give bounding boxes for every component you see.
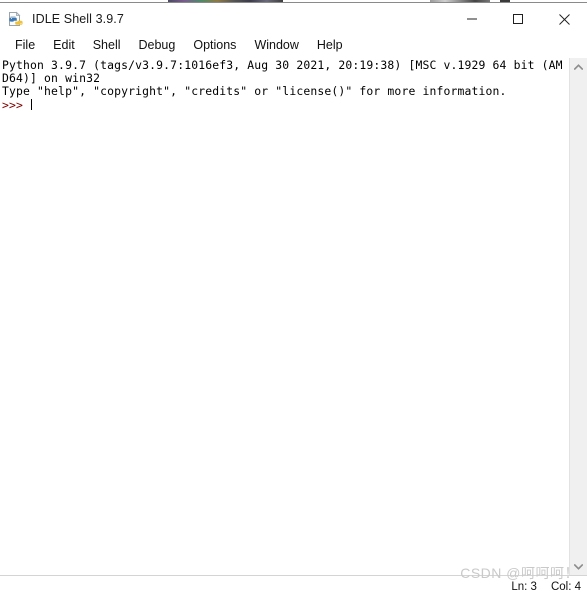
banner-line-1: Python 3.9.7 (tags/v3.9.7:1016ef3, Aug 3… (2, 58, 563, 72)
status-line-number: Ln: 3 (511, 580, 537, 593)
close-icon (558, 13, 570, 25)
window-title: IDLE Shell 3.9.7 (32, 12, 124, 26)
scroll-up-button[interactable] (570, 58, 587, 75)
shell-text-output[interactable]: Python 3.9.7 (tags/v3.9.7:1016ef3, Aug 3… (0, 58, 569, 575)
menu-bar: File Edit Shell Debug Options Window Hel… (0, 34, 587, 57)
maximize-icon (513, 14, 523, 24)
maximize-button[interactable] (495, 4, 541, 34)
menu-item-window[interactable]: Window (245, 35, 307, 56)
menu-item-debug[interactable]: Debug (130, 35, 185, 56)
scrollbar-track[interactable] (570, 75, 587, 558)
minimize-button[interactable] (449, 4, 495, 34)
menu-item-options[interactable]: Options (184, 35, 245, 56)
scroll-down-button[interactable] (570, 558, 587, 575)
menu-item-file[interactable]: File (6, 35, 44, 56)
menu-item-help[interactable]: Help (308, 35, 352, 56)
shell-prompt: >>> (2, 97, 31, 112)
console-content: Python 3.9.7 (tags/v3.9.7:1016ef3, Aug 3… (1, 58, 569, 112)
background-window-edge-line (0, 2, 587, 3)
menu-item-shell[interactable]: Shell (84, 35, 130, 56)
idle-python-file-icon (8, 11, 24, 27)
status-bar: Ln: 3 Col: 4 (0, 575, 587, 597)
chevron-down-icon (574, 563, 583, 570)
window-controls (449, 4, 587, 34)
banner-line-2: D64)] on win32 (2, 71, 101, 86)
vertical-scrollbar[interactable] (569, 58, 587, 575)
banner-line-3: Type "help", "copyright", "credits" or "… (2, 84, 507, 99)
shell-editor-area: Python 3.9.7 (tags/v3.9.7:1016ef3, Aug 3… (0, 57, 587, 575)
chevron-up-icon (574, 63, 583, 70)
close-button[interactable] (541, 4, 587, 34)
menu-item-edit[interactable]: Edit (44, 35, 84, 56)
idle-shell-window: IDLE Shell 3.9.7 File Edit Shell Debug O… (0, 4, 587, 597)
text-caret (31, 98, 33, 110)
status-column-number: Col: 4 (550, 580, 581, 593)
title-bar[interactable]: IDLE Shell 3.9.7 (0, 4, 587, 34)
minimize-icon (467, 18, 477, 20)
